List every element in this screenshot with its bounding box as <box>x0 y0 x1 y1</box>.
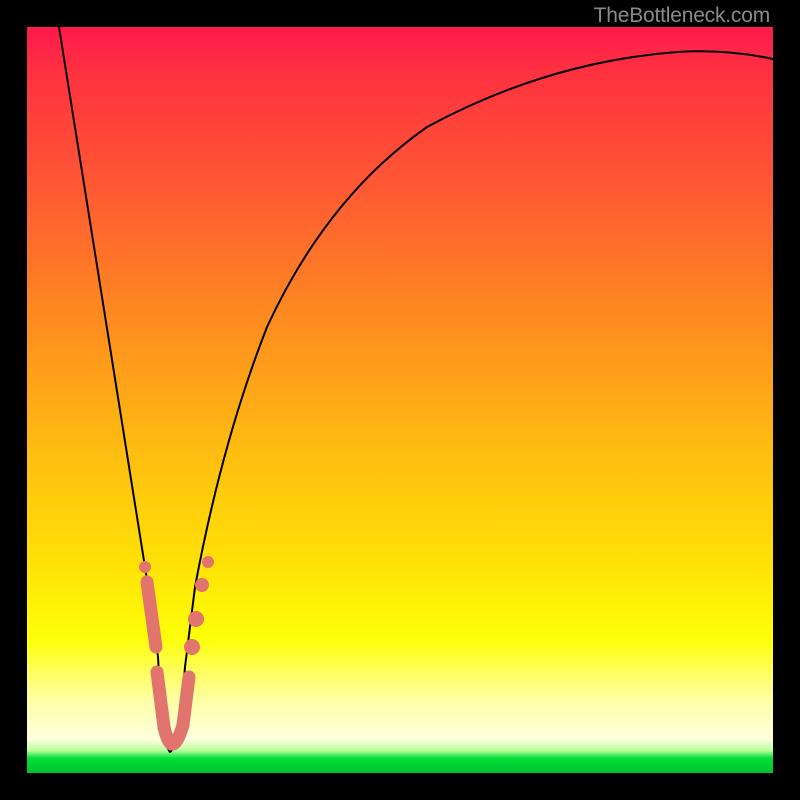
bead-dot <box>184 639 200 655</box>
bottleneck-curve <box>59 27 773 752</box>
watermark-text: TheBottleneck.com <box>594 4 770 28</box>
bead-strand-left <box>147 582 156 647</box>
bead-strand-left-lower <box>157 672 164 727</box>
bead-dot <box>195 578 209 592</box>
bead-dot <box>188 611 204 627</box>
bead-strand-right-lower <box>183 677 189 725</box>
curve-overlay <box>27 27 773 773</box>
bead-dot <box>202 556 214 568</box>
bead-dot <box>139 561 151 573</box>
chart-frame: TheBottleneck.com <box>0 0 800 800</box>
